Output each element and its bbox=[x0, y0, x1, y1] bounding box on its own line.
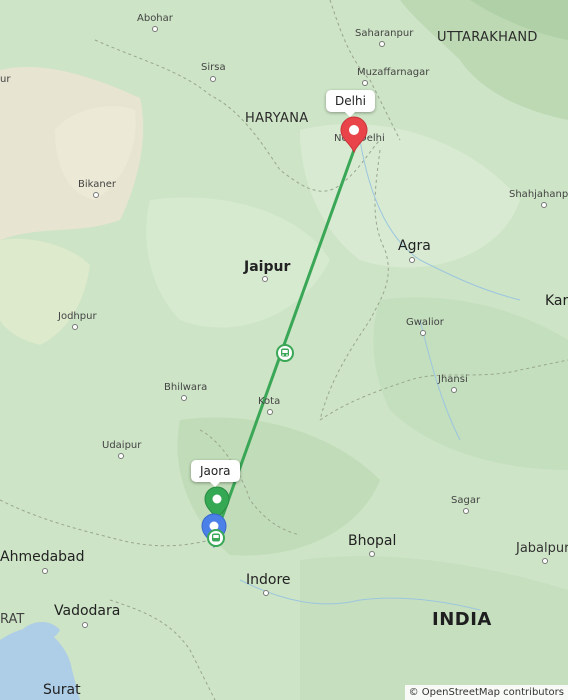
place-label-muzaffarnagar: Muzaffarnagar bbox=[357, 67, 430, 78]
place-dot-vadodara bbox=[82, 622, 88, 628]
edge-label-right: Kar bbox=[545, 293, 568, 309]
place-dot-gwalior bbox=[420, 330, 426, 336]
place-label-udaipur: Udaipur bbox=[102, 440, 142, 451]
place-label-sirsa: Sirsa bbox=[201, 62, 226, 73]
place-dot-jhansi bbox=[451, 387, 457, 393]
place-label-jabalpur: Jabalpur bbox=[516, 541, 568, 556]
place-label-indore: Indore bbox=[246, 572, 291, 588]
edge-label-left: ur bbox=[0, 74, 11, 85]
country-label-india: INDIA bbox=[432, 609, 492, 630]
place-label-abohar: Abohar bbox=[137, 13, 173, 24]
place-dot-kota bbox=[267, 409, 273, 415]
region-label-uttarakhand: UTTARAKHAND bbox=[437, 30, 538, 45]
place-dot-jaipur bbox=[262, 276, 268, 282]
place-dot-bhilwara bbox=[181, 395, 187, 401]
station-icon[interactable] bbox=[207, 529, 225, 547]
place-dot-ahmedabad bbox=[42, 568, 48, 574]
place-label-saharanpur: Saharanpur bbox=[355, 28, 414, 39]
place-dot-jabalpur bbox=[542, 558, 548, 564]
place-label-surat: Surat bbox=[43, 682, 81, 698]
place-dot-sirsa bbox=[210, 76, 216, 82]
place-dot-sagar bbox=[463, 508, 469, 514]
place-dot-jodhpur bbox=[72, 324, 78, 330]
region-label-haryana: HARYANA bbox=[245, 111, 309, 126]
place-label-bhilwara: Bhilwara bbox=[164, 382, 208, 393]
place-dot-saharanpur bbox=[379, 41, 385, 47]
place-label-vadodara: Vadodara bbox=[54, 603, 121, 619]
origin-label-bubble[interactable]: Jaora bbox=[191, 460, 240, 487]
place-label-bhopal: Bhopal bbox=[348, 533, 397, 549]
place-dot-muzaffarnagar bbox=[362, 80, 368, 86]
place-label-gwalior: Gwalior bbox=[406, 317, 444, 328]
place-label-kota: Kota bbox=[258, 396, 281, 407]
place-dot-agra bbox=[409, 257, 415, 263]
place-label-jodhpur: Jodhpur bbox=[58, 311, 97, 322]
destination-marker-pin[interactable] bbox=[339, 116, 369, 154]
place-dot-shahjahanpur bbox=[541, 202, 547, 208]
place-label-ahmedabad: Ahmedabad bbox=[0, 549, 85, 565]
place-dot-bikaner bbox=[93, 192, 99, 198]
train-icon[interactable] bbox=[276, 344, 294, 362]
place-dot-abohar bbox=[152, 26, 158, 32]
place-label-sagar: Sagar bbox=[451, 495, 481, 506]
map-canvas[interactable]: HARYANA UTTARAKHAND INDIA ur Kar RAT Abo… bbox=[0, 0, 568, 700]
place-label-bikaner: Bikaner bbox=[78, 179, 116, 190]
place-label-shahjahanpur: Shahjahanpur bbox=[509, 189, 568, 200]
destination-label-bubble[interactable]: Delhi bbox=[326, 90, 375, 117]
place-dot-bhopal bbox=[369, 551, 375, 557]
edge-label-bottom-left: RAT bbox=[0, 612, 25, 627]
place-dot-indore bbox=[263, 590, 269, 596]
place-label-agra: Agra bbox=[398, 238, 431, 254]
map-attribution[interactable]: © OpenStreetMap contributors bbox=[404, 685, 568, 700]
place-label-jaipur: Jaipur bbox=[244, 259, 291, 275]
place-label-jhansi: Jhansi bbox=[438, 374, 468, 385]
place-dot-udaipur bbox=[118, 453, 124, 459]
